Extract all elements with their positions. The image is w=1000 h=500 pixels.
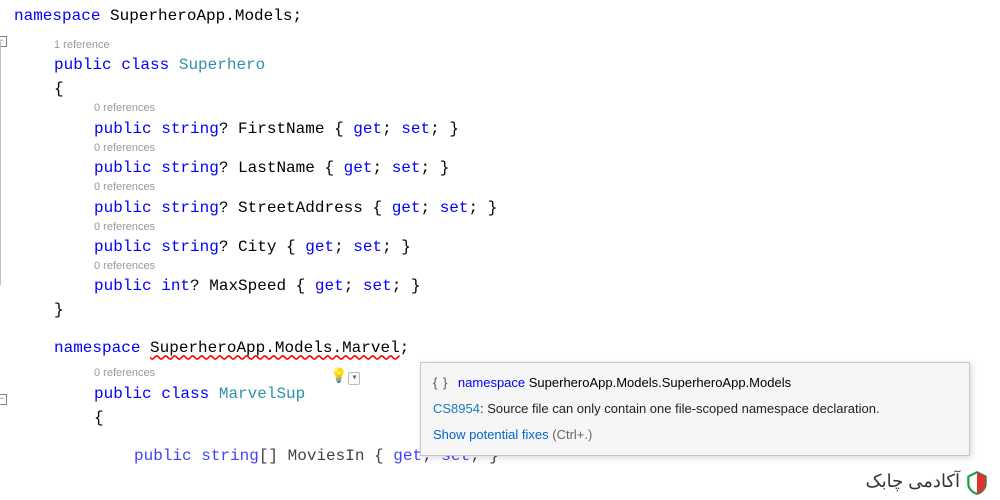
fold-toggle-icon[interactable]: − (0, 394, 7, 405)
code-line: namespace SuperheroApp.Models; (14, 4, 992, 28)
keyword: namespace (14, 7, 100, 25)
watermark-logo-icon (964, 470, 990, 496)
codelens[interactable]: 1 reference (14, 38, 992, 53)
tooltip-error-row: CS8954: Source file can only contain one… (433, 399, 957, 419)
code-line: public string? LastName { get; set; } (14, 156, 992, 180)
code-line: public string? FirstName { get; set; } (14, 117, 992, 141)
watermark-text: آکادمی چابک (866, 471, 960, 492)
codelens[interactable]: 0 references (14, 220, 992, 235)
code-line: public string? City { get; set; } (14, 235, 992, 259)
codelens[interactable]: 0 references (14, 141, 992, 156)
blank-line (14, 28, 992, 38)
codelens[interactable]: 0 references (14, 180, 992, 195)
watermark: آکادمی چابک (866, 468, 990, 494)
quick-actions-lightbulb[interactable]: 💡▾ (330, 368, 360, 385)
tooltip-symbol-row: { } namespace SuperheroApp.Models.Superh… (433, 373, 957, 393)
namespace-name-error: SuperheroApp.Models.Marvel (150, 339, 400, 357)
class-name: MarvelSup (219, 385, 305, 403)
outline-guide (0, 40, 8, 285)
blank-line (14, 322, 992, 336)
code-line: } (14, 298, 992, 322)
codelens[interactable]: 0 references (14, 101, 992, 116)
code-line: public int? MaxSpeed { get; set; } (14, 274, 992, 298)
show-fixes-link[interactable]: Show potential fixes (433, 425, 549, 445)
codelens[interactable]: 0 references (14, 259, 992, 274)
code-line-error: namespace SuperheroApp.Models.Marvel; (14, 336, 992, 360)
error-tooltip: { } namespace SuperheroApp.Models.Superh… (420, 362, 970, 456)
lightbulb-icon: 💡 (330, 369, 347, 385)
chevron-down-icon: ▾ (348, 372, 360, 385)
class-name: Superhero (179, 56, 265, 74)
namespace-name: SuperheroApp.Models (110, 7, 292, 25)
error-code: CS8954 (433, 401, 480, 416)
code-line: { (14, 77, 992, 101)
shortcut-hint: (Ctrl+.) (549, 427, 593, 442)
code-line: public class Superhero (14, 53, 992, 77)
namespace-icon: { } (433, 375, 448, 390)
code-line: public string? StreetAddress { get; set;… (14, 196, 992, 220)
